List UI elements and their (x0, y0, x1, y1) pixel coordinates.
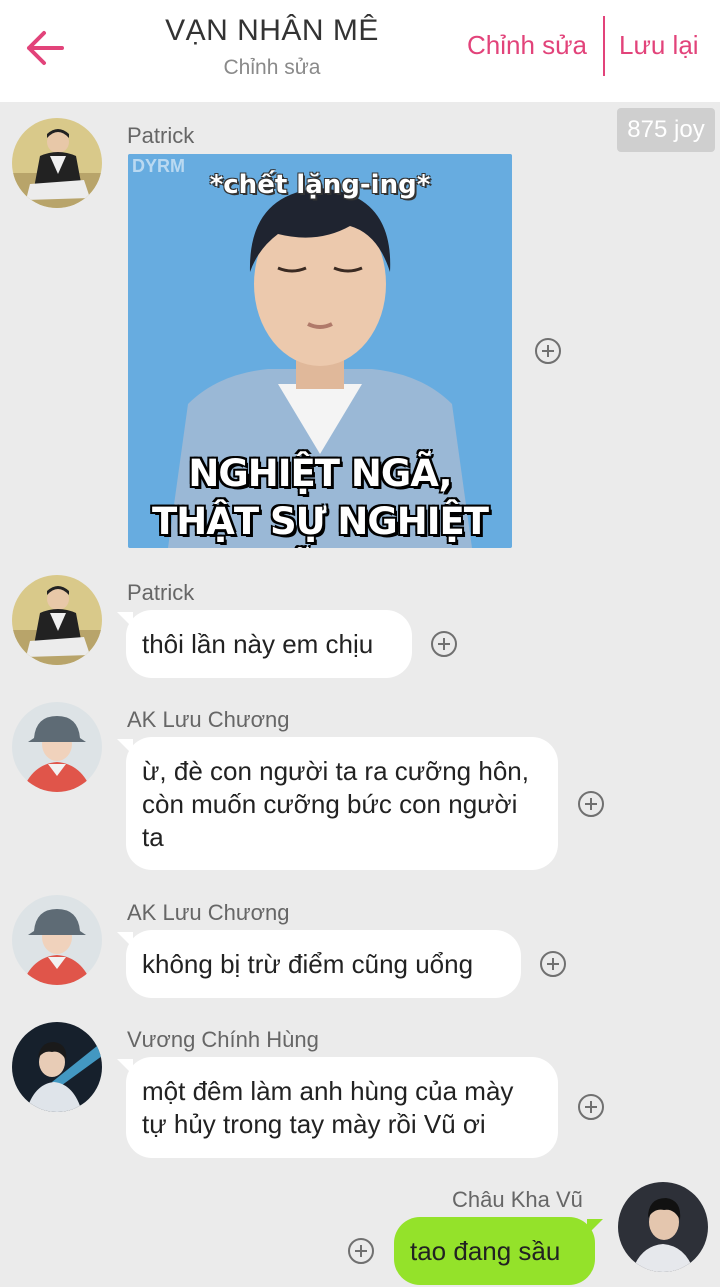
edit-button[interactable]: Chỉnh sửa (467, 30, 587, 61)
meme-caption-bottom: NGHIỆT NGÃ, THẬT SỰ NGHIỆT NGÃ!!!!!! (152, 452, 489, 543)
message-bubble[interactable]: ừ, đè con người ta ra cưỡng hôn, còn muố… (126, 737, 558, 870)
avatar-ak-luu-chuong[interactable] (12, 895, 102, 985)
sender-name: Châu Kha Vũ (452, 1187, 583, 1212)
add-reaction-icon[interactable] (348, 1238, 374, 1264)
avatar-vuong-chinh-hung[interactable] (12, 1022, 102, 1112)
add-reaction-icon[interactable] (535, 338, 561, 364)
sender-name: Vương Chính Hùng (127, 1027, 319, 1052)
avatar-patrick[interactable] (12, 118, 102, 208)
message-bubble[interactable]: thôi lần này em chịu (126, 610, 412, 678)
sender-name: AK Lưu Chương (127, 707, 290, 732)
message-bubble[interactable]: một đêm làm anh hùng của mày tự hủy tron… (126, 1057, 558, 1158)
message-bubble[interactable]: không bị trừ điểm cũng uổng (126, 930, 521, 998)
message-image[interactable]: DYRM *chết lặng-ing* NGHIỆT NGÃ, THẬT SỰ… (128, 154, 512, 548)
avatar-chau-kha-vu[interactable] (618, 1182, 708, 1272)
avatar-image (12, 1022, 102, 1112)
page-title: VẠN NHÂN MÊ (165, 14, 379, 47)
sender-name: Patrick (127, 580, 195, 605)
avatar-image (12, 118, 102, 208)
add-reaction-icon[interactable] (578, 1094, 604, 1120)
save-button[interactable]: Lưu lại (619, 30, 699, 61)
avatar-image (618, 1182, 708, 1272)
top-bar: VẠN NHÂN MÊ Chỉnh sửa Chỉnh sửa Lưu lại (0, 0, 720, 102)
header-divider (603, 16, 605, 76)
avatar-image (12, 575, 102, 665)
page-subtitle: Chỉnh sửa (223, 56, 321, 79)
add-reaction-icon[interactable] (431, 631, 457, 657)
avatar-image (12, 702, 102, 792)
avatar-patrick[interactable] (12, 575, 102, 665)
avatar-image (12, 895, 102, 985)
sender-name: AK Lưu Chương (127, 900, 290, 925)
avatar-ak-luu-chuong[interactable] (12, 702, 102, 792)
add-reaction-icon[interactable] (578, 791, 604, 817)
joy-badge: 875 joy (617, 108, 715, 152)
sender-name: Patrick (127, 123, 195, 148)
add-reaction-icon[interactable] (540, 951, 566, 977)
back-arrow-icon[interactable] (24, 27, 66, 69)
meme-caption-top: *chết lặng-ing* (209, 170, 431, 200)
title-block: VẠN NHÂN MÊ Chỉnh sửa (122, 14, 422, 80)
message-bubble-self[interactable]: tao đang sầu (394, 1217, 595, 1285)
